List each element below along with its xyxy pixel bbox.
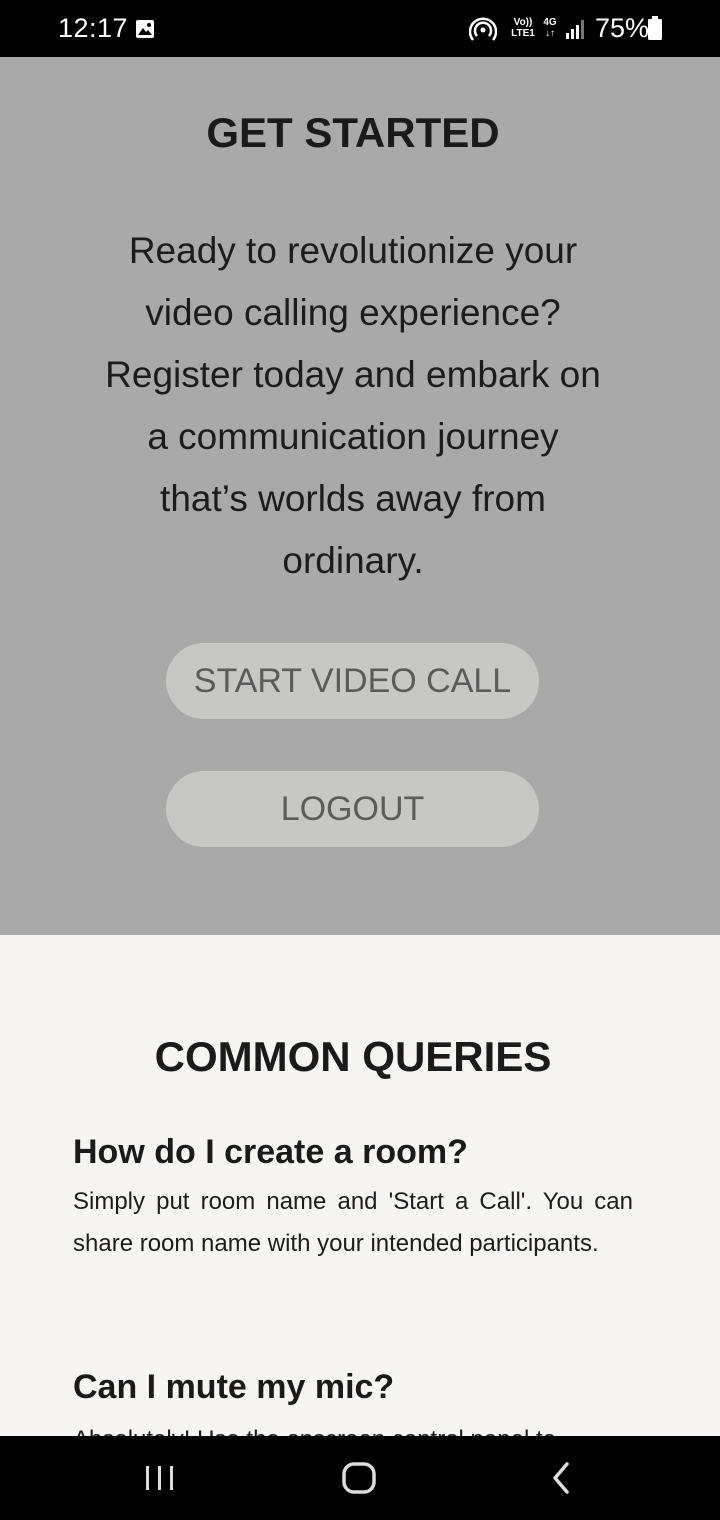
logout-button[interactable]: LOGOUT bbox=[166, 771, 539, 847]
network-type-icon: 4G ↓↑ bbox=[541, 17, 559, 43]
volte-label-bottom: LTE1 bbox=[511, 28, 535, 39]
volte-label-top: Vo)) bbox=[513, 17, 533, 28]
navigation-bar bbox=[0, 1436, 720, 1520]
gallery-notification-icon bbox=[136, 20, 154, 38]
get-started-description: Ready to revolutionize your video callin… bbox=[105, 230, 601, 581]
start-video-call-button[interactable]: START VIDEO CALL bbox=[166, 643, 539, 719]
network-label-bottom: ↓↑ bbox=[545, 28, 555, 39]
faq-question: How do I create a room? bbox=[73, 1133, 468, 1171]
recents-icon[interactable] bbox=[140, 1458, 180, 1498]
common-queries-title: COMMON QUERIES bbox=[154, 1033, 552, 1080]
back-icon[interactable] bbox=[543, 1458, 579, 1498]
battery-icon bbox=[648, 16, 662, 40]
network-label-top: 4G bbox=[543, 17, 557, 28]
faq-question: Can I mute my mic? bbox=[73, 1368, 395, 1406]
get-started-section: GET STARTED Ready to revolutionize your … bbox=[0, 57, 720, 935]
status-bar: 12:17 Vo)) LTE1 4G ↓↑ 75% bbox=[0, 0, 720, 57]
get-started-title: GET STARTED bbox=[206, 109, 500, 156]
status-time: 12:17 bbox=[58, 13, 129, 43]
volte-icon: Vo)) LTE1 bbox=[509, 17, 537, 43]
faq-answer: Simply put room name and 'Start a Call'.… bbox=[73, 1188, 633, 1257]
screen: 12:17 Vo)) LTE1 4G ↓↑ 75% GET STARTED Re… bbox=[0, 0, 720, 1520]
faq-answer: Absolutely! Use the onscreen control pan… bbox=[73, 1419, 633, 1436]
signal-strength-icon bbox=[566, 20, 584, 39]
home-icon[interactable] bbox=[338, 1458, 380, 1498]
battery-percentage: 75% bbox=[595, 13, 650, 43]
common-queries-section: COMMON QUERIES How do I create a room? S… bbox=[0, 935, 720, 1436]
hotspot-icon bbox=[469, 17, 497, 41]
